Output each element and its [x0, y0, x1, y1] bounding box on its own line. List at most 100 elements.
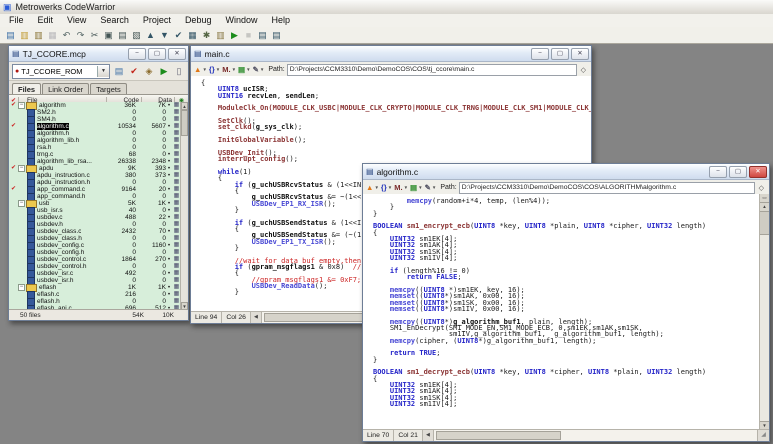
- algorithm-vscrollbar[interactable]: ▭ ▲ ▼: [759, 194, 769, 430]
- code-size: 0: [104, 179, 136, 186]
- col-indicator: Col 26: [222, 312, 251, 323]
- bring-up-to-date-icon[interactable]: ✔: [128, 66, 140, 77]
- tab-targets[interactable]: Targets: [90, 83, 127, 94]
- vcs-diamond-icon[interactable]: ◇: [759, 184, 764, 192]
- maximize-button[interactable]: ▢: [729, 166, 747, 178]
- undo-icon[interactable]: ↶: [61, 29, 72, 41]
- run-icon[interactable]: ▶: [229, 29, 240, 41]
- menu-window[interactable]: Window: [218, 14, 264, 27]
- maximize-button[interactable]: ▢: [551, 48, 569, 60]
- menu-search[interactable]: Search: [93, 14, 136, 27]
- algorithm-titlebar[interactable]: ▤ algorithm.c − ▢ ✕: [363, 164, 769, 180]
- resize-grip-icon[interactable]: ◢: [757, 430, 769, 441]
- path-field[interactable]: D:\Projects\CCM3310\Demo\DemoCOS\COS\ALG…: [459, 182, 755, 194]
- functions-icon[interactable]: M.: [222, 65, 230, 75]
- message-window-icon[interactable]: ▤: [271, 29, 282, 41]
- menu-edit[interactable]: Edit: [31, 14, 61, 27]
- algorithm-doc-icon: ▤: [366, 168, 374, 176]
- dropdown-chevron-icon[interactable]: ▼: [246, 67, 250, 72]
- functions-icon[interactable]: M.: [394, 183, 402, 193]
- menu-file[interactable]: File: [2, 14, 31, 27]
- data-size: 1K: [136, 200, 166, 207]
- data-size: 70: [136, 228, 166, 235]
- menu-help[interactable]: Help: [264, 14, 297, 27]
- bring-up-to-date-icon[interactable]: ✔: [173, 29, 184, 41]
- compile-icon[interactable]: ▲: [145, 29, 156, 41]
- scroll-up-icon[interactable]: ▲: [181, 102, 188, 110]
- paste-icon[interactable]: ▤: [117, 29, 128, 41]
- dropdown-chevron-icon[interactable]: ▼: [404, 185, 408, 190]
- data-size: 0: [136, 291, 166, 298]
- new-group-icon[interactable]: ▥: [215, 29, 226, 41]
- close-button[interactable]: ✕: [749, 166, 767, 178]
- path-field[interactable]: D:\Projects\CCM3310\Demo\DemoCOS\COS\tj_…: [287, 64, 577, 76]
- scroll-left-icon[interactable]: ◀: [251, 312, 262, 323]
- minimize-button[interactable]: −: [531, 48, 549, 60]
- main-titlebar[interactable]: ▤ main.c − ▢ ✕: [191, 46, 591, 62]
- document-icon[interactable]: ▤: [410, 183, 417, 193]
- target-combobox[interactable]: ● TJ_CCORE_ROM ▼: [12, 64, 110, 79]
- project-vscrollbar[interactable]: ▲ ▼: [180, 102, 188, 310]
- code-size: 0: [104, 193, 136, 200]
- target-name: TJ_CCORE_ROM: [21, 67, 95, 76]
- writable-icon[interactable]: ✎: [253, 65, 259, 75]
- project-window-icon[interactable]: ▤: [257, 29, 268, 41]
- tab-link-order[interactable]: Link Order: [42, 83, 89, 94]
- scroll-thumb[interactable]: [760, 212, 769, 235]
- copy-icon[interactable]: ▣: [103, 29, 114, 41]
- quick-compile-icon[interactable]: ▲: [194, 65, 201, 75]
- menu-debug[interactable]: Debug: [178, 14, 219, 27]
- braces-icon[interactable]: {}: [381, 183, 387, 193]
- quick-compile-icon[interactable]: ▲: [366, 183, 373, 193]
- disassemble-icon[interactable]: ▼: [159, 29, 170, 41]
- minimize-button[interactable]: −: [128, 48, 146, 60]
- algorithm-code-area[interactable]: memcpy(random+i*4, temp, (len%4)); }} BO…: [363, 194, 760, 430]
- combo-dropdown-icon[interactable]: ▼: [97, 66, 109, 77]
- data-size: 0: [136, 235, 166, 242]
- code-size: 9K: [104, 165, 136, 172]
- toolbar-group: {}▼: [381, 183, 392, 193]
- menu-project[interactable]: Project: [136, 14, 178, 27]
- dropdown-chevron-icon[interactable]: ▼: [202, 67, 206, 72]
- close-button[interactable]: ✕: [571, 48, 589, 60]
- writable-icon[interactable]: ✎: [425, 183, 431, 193]
- data-size: 373: [136, 172, 166, 179]
- dropdown-chevron-icon[interactable]: ▼: [232, 67, 236, 72]
- hscrollbar[interactable]: [434, 430, 757, 441]
- scroll-left-icon[interactable]: ◀: [423, 430, 434, 441]
- make-icon[interactable]: ◈: [143, 66, 155, 77]
- delete-icon[interactable]: ▧: [131, 29, 142, 41]
- synchronize-dates-icon[interactable]: ▤: [113, 66, 125, 77]
- new-file-icon[interactable]: ▤: [5, 29, 16, 41]
- split-pane-icon[interactable]: ▭: [760, 194, 769, 203]
- document-icon[interactable]: ▤: [238, 65, 245, 75]
- code-size: 380: [104, 172, 136, 179]
- dropdown-chevron-icon[interactable]: ▼: [260, 67, 264, 72]
- braces-icon[interactable]: {}: [209, 65, 215, 75]
- debug-icon[interactable]: ▯: [173, 66, 185, 77]
- run-icon[interactable]: ▶: [158, 66, 170, 77]
- open-file-icon[interactable]: ▥: [19, 29, 30, 41]
- cut-icon[interactable]: ✂: [89, 29, 100, 41]
- scroll-up-icon[interactable]: ▲: [760, 203, 769, 212]
- project-settings-icon[interactable]: ✱: [201, 29, 212, 41]
- minimize-button[interactable]: −: [709, 166, 727, 178]
- maximize-button[interactable]: ▢: [148, 48, 166, 60]
- scroll-thumb[interactable]: [181, 110, 188, 136]
- project-titlebar[interactable]: ▤ TJ_CCORE.mcp − ▢ ✕: [9, 46, 188, 62]
- menu-view[interactable]: View: [60, 14, 93, 27]
- redo-icon[interactable]: ↷: [75, 29, 86, 41]
- code-size: 0: [104, 242, 136, 249]
- close-button[interactable]: ✕: [168, 48, 186, 60]
- make-icon[interactable]: ▦: [187, 29, 198, 41]
- dropdown-chevron-icon[interactable]: ▼: [432, 185, 436, 190]
- hscroll-thumb[interactable]: [436, 431, 561, 440]
- dropdown-chevron-icon[interactable]: ▼: [374, 185, 378, 190]
- dropdown-chevron-icon[interactable]: ▼: [216, 67, 220, 72]
- open-recent-icon[interactable]: ▥: [33, 29, 44, 41]
- dropdown-chevron-icon[interactable]: ▼: [388, 185, 392, 190]
- dropdown-chevron-icon[interactable]: ▼: [418, 185, 422, 190]
- app-title-bar: ▣ Metrowerks CodeWarrior: [0, 0, 773, 15]
- tab-files[interactable]: Files: [12, 83, 41, 94]
- vcs-diamond-icon[interactable]: ◇: [581, 66, 586, 74]
